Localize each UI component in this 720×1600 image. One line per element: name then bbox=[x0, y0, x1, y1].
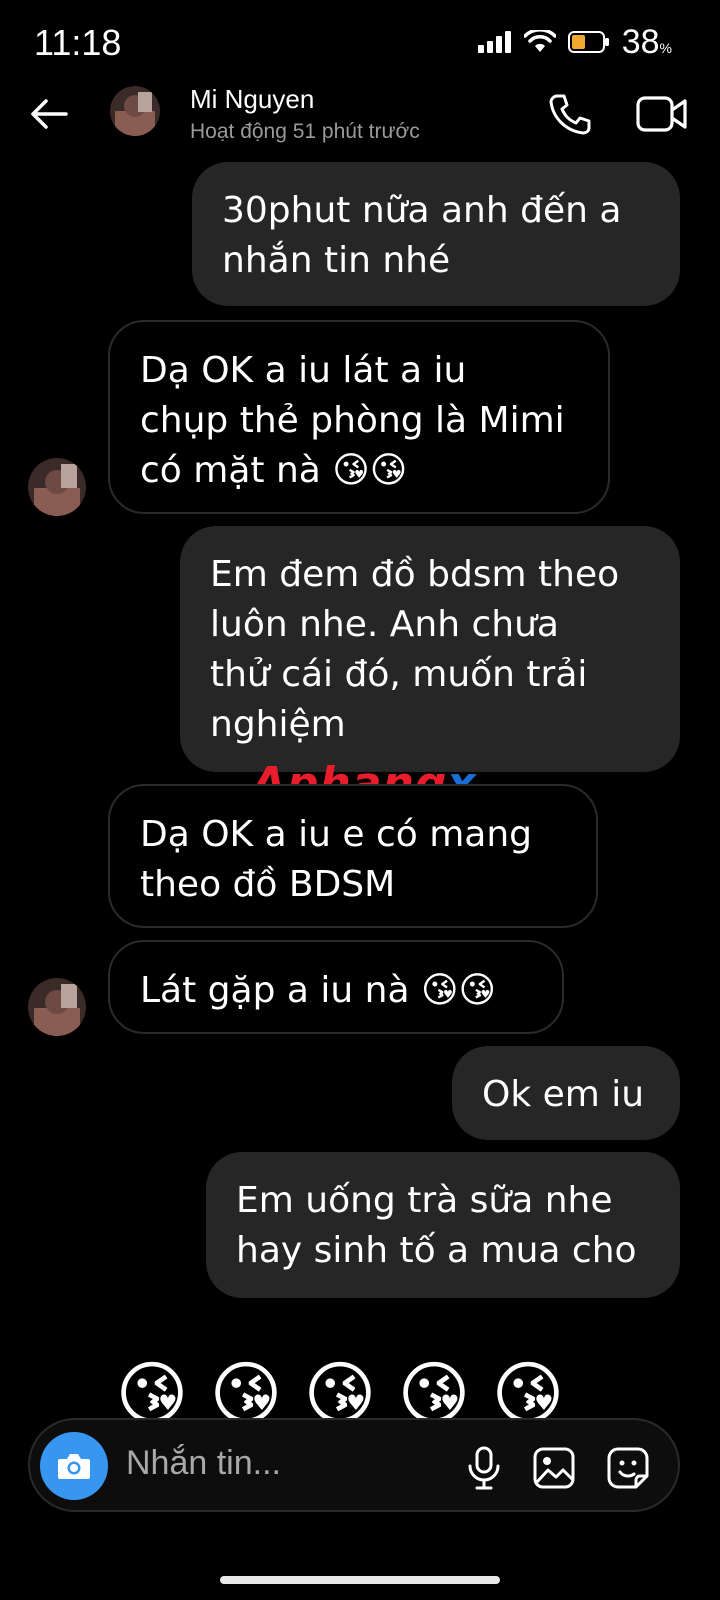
message-composer[interactable]: Nhắn tin... bbox=[28, 1418, 680, 1512]
phone-icon[interactable] bbox=[548, 92, 592, 136]
contact-avatar-small[interactable] bbox=[28, 978, 86, 1036]
message-incoming[interactable]: Dạ OK a iu e có mang theo đồ BDSM bbox=[108, 784, 598, 928]
status-indicators: 38% bbox=[477, 22, 672, 62]
message-incoming[interactable]: Dạ OK a iu lát a iu chụp thẻ phòng là Mi… bbox=[108, 320, 610, 514]
camera-button[interactable] bbox=[40, 1432, 108, 1500]
message-input[interactable]: Nhắn tin... bbox=[126, 1444, 281, 1483]
message-outgoing[interactable]: Ok em iu bbox=[452, 1046, 680, 1140]
wifi-icon bbox=[523, 30, 556, 52]
home-indicator[interactable] bbox=[220, 1576, 500, 1584]
contact-name[interactable]: Mi Nguyen bbox=[190, 84, 314, 115]
sticker-icon[interactable] bbox=[606, 1446, 650, 1490]
battery-percent: 38% bbox=[621, 22, 672, 61]
activity-status: Hoạt động 51 phút trước bbox=[190, 120, 420, 143]
gallery-icon[interactable] bbox=[532, 1446, 576, 1490]
camera-icon bbox=[58, 1454, 90, 1479]
message-outgoing[interactable]: Em uống trà sữa nhe hay sinh tố a mua ch… bbox=[206, 1152, 680, 1298]
status-time: 11:18 bbox=[34, 22, 122, 63]
back-arrow-icon[interactable] bbox=[26, 90, 74, 138]
video-camera-icon[interactable] bbox=[636, 94, 688, 134]
contact-avatar[interactable] bbox=[110, 86, 160, 136]
message-outgoing[interactable]: 30phut nữa anh đến a nhắn tin nhé bbox=[192, 162, 680, 306]
message-incoming[interactable]: Lát gặp a iu nà 😘😘 bbox=[108, 940, 564, 1034]
battery-icon bbox=[567, 31, 609, 53]
signal-icon bbox=[477, 31, 511, 53]
message-outgoing[interactable]: Em đem đồ bdsm theo luôn nhe. Anh chưa t… bbox=[180, 526, 680, 772]
contact-avatar-small[interactable] bbox=[28, 458, 86, 516]
microphone-icon[interactable] bbox=[464, 1446, 504, 1490]
